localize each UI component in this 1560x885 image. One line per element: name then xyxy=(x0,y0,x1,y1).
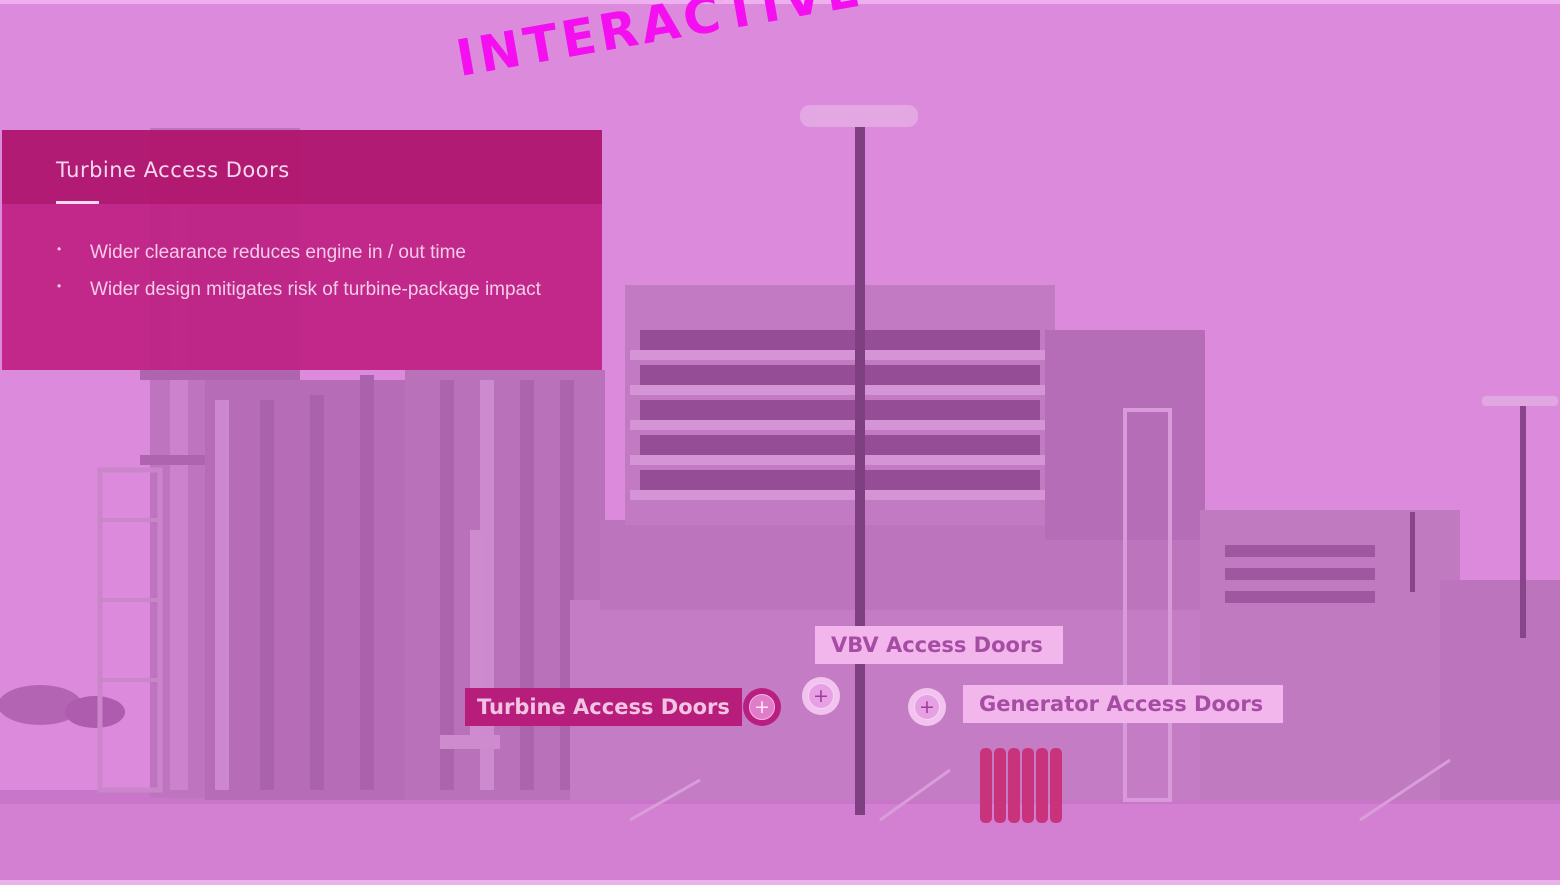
turbine-access-doors-label[interactable]: Turbine Access Doors xyxy=(465,688,742,726)
bullet-text: Wider design mitigates risk of turbine-p… xyxy=(90,279,541,300)
list-item: • Wider clearance reduces engine in / ou… xyxy=(54,242,541,279)
bullet-icon: • xyxy=(57,279,62,293)
info-panel: Turbine Access Doors • Wider clearance r… xyxy=(2,130,602,370)
info-panel-header: Turbine Access Doors xyxy=(2,130,602,204)
bottom-border xyxy=(0,880,1560,885)
vbv-access-doors-hotspot[interactable]: + xyxy=(802,677,840,715)
info-panel-title: Turbine Access Doors xyxy=(56,158,290,182)
turbine-access-doors-hotspot[interactable]: + xyxy=(743,688,781,726)
generator-access-doors-hotspot[interactable]: + xyxy=(908,688,946,726)
plus-icon: + xyxy=(808,683,834,709)
title-underline xyxy=(56,201,99,204)
bullet-text: Wider clearance reduces engine in / out … xyxy=(90,242,466,263)
generator-access-doors-label[interactable]: Generator Access Doors xyxy=(963,685,1284,723)
interactive-stage: INTERACTIVE G Turbine Access Doors • Wid… xyxy=(0,0,1560,885)
vbv-access-doors-label[interactable]: VBV Access Doors xyxy=(815,626,1063,664)
info-bullet-list: • Wider clearance reduces engine in / ou… xyxy=(54,242,541,316)
plus-icon: + xyxy=(914,694,940,720)
bullet-icon: • xyxy=(57,242,62,256)
list-item: • Wider design mitigates risk of turbine… xyxy=(54,279,541,316)
plus-icon: + xyxy=(749,694,775,720)
